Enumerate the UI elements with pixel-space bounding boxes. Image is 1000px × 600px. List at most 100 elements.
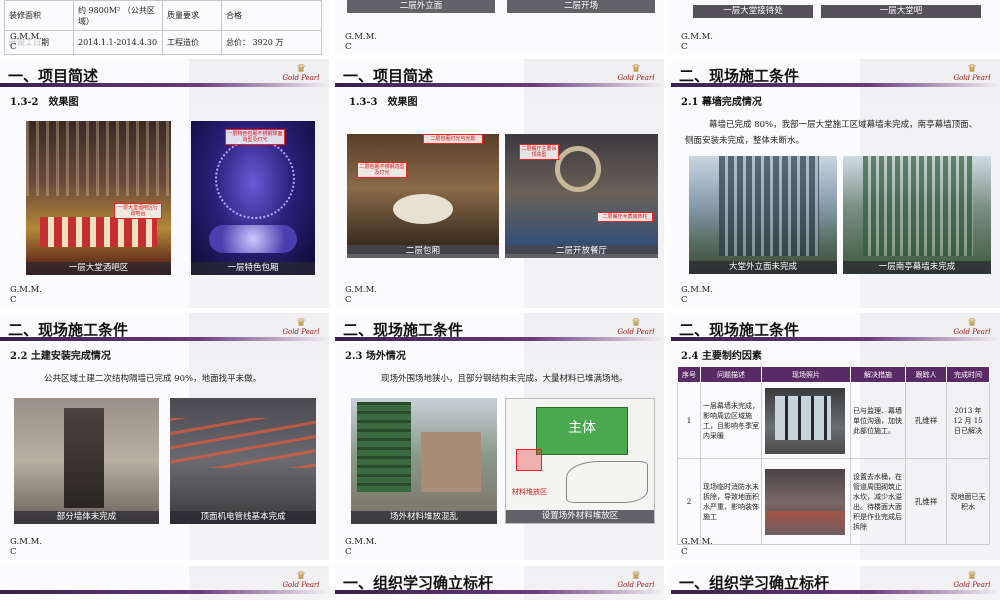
corridor [64,408,104,508]
main-building-block: 主体 [536,407,628,455]
crown-icon: ♛ [631,569,641,582]
gold-pearl-logo: ♛ Gold Pearl [281,570,321,592]
annotation-note: 二层餐厅主要吊顶造型 [519,144,559,160]
photo-caption: 一层大堂吧 [821,5,981,18]
photo-lobby-facade: 大堂外立面未完成 [689,156,837,274]
issue-owner: 孔维祥 [905,382,947,459]
photo-caption: 大堂外立面未完成 [689,261,837,274]
issue-description: 现场临时消防水未拆除，导致地面积水严重，影响装饰施工 [700,458,762,545]
title-underline [671,337,1000,341]
slide-bottom-middle: 一、组织学习确立标杆 ♛ Gold Pearl [335,566,664,600]
footer-line1: G.M.M. [345,537,377,547]
photo-caption: 场外材料堆放混乱 [351,511,497,524]
section-subheading: 1.3-2 效果图 [10,97,79,108]
logo-wordmark: Gold Pearl [617,328,655,336]
project-info-table: 装修面积 约 9800M² （公共区域） 质量要求 合格 开竣工日期 2014.… [4,0,322,55]
footer-line1: G.M.M. [681,32,713,42]
annotation-note: 一层特色包厢不锈钢球面造型及灯光 [225,129,285,145]
slide-top-middle: 二层外立面 二层开场 G.M.M. C [335,0,664,55]
footer-line1: G.M.M. [10,32,42,42]
issue-done: 现地面已无积水 [946,458,990,545]
gold-pearl-logo: ♛ Gold Pearl [281,317,321,339]
annotation-note: 二层包厢灯光与光影 [423,134,483,144]
constraints-table: 序号 问题描述 现场照片 解决措施 跟踪人 完成时间 1 一层幕墙未完成，影响周… [677,366,990,545]
crown-icon: ♛ [296,62,306,75]
row-number: 2 [677,458,701,545]
plan-zone-label: 材料堆放区 [512,488,547,496]
lounge-seats [209,225,297,253]
photo-caption: 二层开场 [507,0,655,13]
ceiling-ring [215,139,295,219]
row-number: 1 [677,382,701,459]
section-paragraph: 现场外围场地狭小，且部分钢结构未完成，大量材料已堆满场地。 [381,374,628,384]
site-plan: 主体 材料堆放区 设置场外材料堆放区 [505,398,655,524]
info-value-cost: 总价： 3920 万 [221,30,322,55]
material-zone [516,449,542,471]
col-header: 跟踪人 [905,366,947,383]
footer-line1: G.M.M. [345,285,377,295]
footer-line2: C [345,42,352,52]
logo-wordmark: Gold Pearl [282,581,320,589]
title-underline [671,590,1000,594]
issue-done: 2013 年 12 月 15 日已解决 [946,382,990,459]
logo-wordmark: Gold Pearl [953,581,991,589]
photo-material-mess: 场外材料堆放混乱 [351,398,497,524]
footer-line2: C [345,547,352,557]
section-paragraph: 幕墙已完成 80%，我部一层大堂施工区域幕墙未完成，南亭幕墙顶面、侧面安装未完成… [685,120,978,146]
photo-caption: 一层大堂酒吧区 [26,262,171,275]
annotation-note: 二层餐厅木质装饰柱 [597,212,653,222]
photo-caption: 二层外立面 [347,0,495,13]
section-subheading: 2.2 土建安装完成情况 [10,351,111,362]
window-frames [775,395,831,440]
pipes [170,418,316,468]
photo-caption: 二层包厢 [347,245,499,258]
issue-photo [761,458,851,545]
photo-south-pavilion: 一层南亭幕墙未完成 [843,156,991,274]
footer-brand: G.M.M. C [10,537,42,557]
footer-line1: G.M.M. [345,32,377,42]
gold-pearl-logo: ♛ Gold Pearl [616,570,656,592]
issue-photo [761,382,851,459]
footer-line1: G.M.M. [10,537,42,547]
photo-ceiling-pipes: 顶面机电管线基本完成 [170,398,316,524]
slide-bottom-left: ♛ Gold Pearl [0,566,329,600]
footer-brand: G.M.M. C [345,32,377,52]
col-header: 解决措施 [850,366,906,383]
title-underline [335,590,664,594]
info-label-area: 装修面积 [4,0,74,31]
crown-icon: ♛ [967,316,977,329]
gold-pearl-logo: ♛ Gold Pearl [952,570,992,592]
col-header: 完成时间 [946,366,990,383]
slide-curtain-wall: 二、现场施工条件 ♛ Gold Pearl 2.1 幕墙完成情况 幕墙已完成 80… [671,59,1000,308]
site-roads [566,461,648,503]
footer-brand: G.M.M. C [681,32,713,52]
gold-pearl-logo: ♛ Gold Pearl [952,63,992,85]
logo-wordmark: Gold Pearl [617,74,655,82]
photo-caption: 部分墙体未完成 [14,511,159,524]
logo-wordmark: Gold Pearl [282,328,320,336]
title-underline [0,83,329,87]
info-value-area: 约 9800M² （公共区域） [73,0,163,31]
footer-line1: G.M.M. [10,285,42,295]
plan-main-label: 主体 [568,420,596,436]
footer-brand: G.M.M. C [345,537,377,557]
title-underline [0,590,329,594]
crown-icon: ♛ [631,316,641,329]
gold-pearl-logo: ♛ Gold Pearl [616,317,656,339]
annotation-note: 二层包厢不锈钢造型及灯光 [357,162,407,178]
footer-line1: G.M.M. [681,285,713,295]
photo-feature-room: 一层特色包厢不锈钢球面造型及灯光 一层特色包厢 [191,121,315,275]
crown-icon: ♛ [967,569,977,582]
footer-line2: C [10,42,17,52]
footer-line2: C [681,547,688,557]
logo-wordmark: Gold Pearl [282,74,320,82]
gold-pearl-logo: ♛ Gold Pearl [281,63,321,85]
scaffold-facade [863,156,973,256]
col-header: 序号 [677,366,701,383]
footer-brand: G.M.M. C [10,285,42,305]
section-subheading: 2.3 场外情况 [345,351,406,362]
photo-caption: 顶面机电管线基本完成 [170,511,316,524]
footer-line2: C [681,295,688,305]
gold-pearl-logo: ♛ Gold Pearl [616,63,656,85]
issue-measure: 已与监理、幕墙单位沟通，加快此部位施工。 [850,382,906,459]
